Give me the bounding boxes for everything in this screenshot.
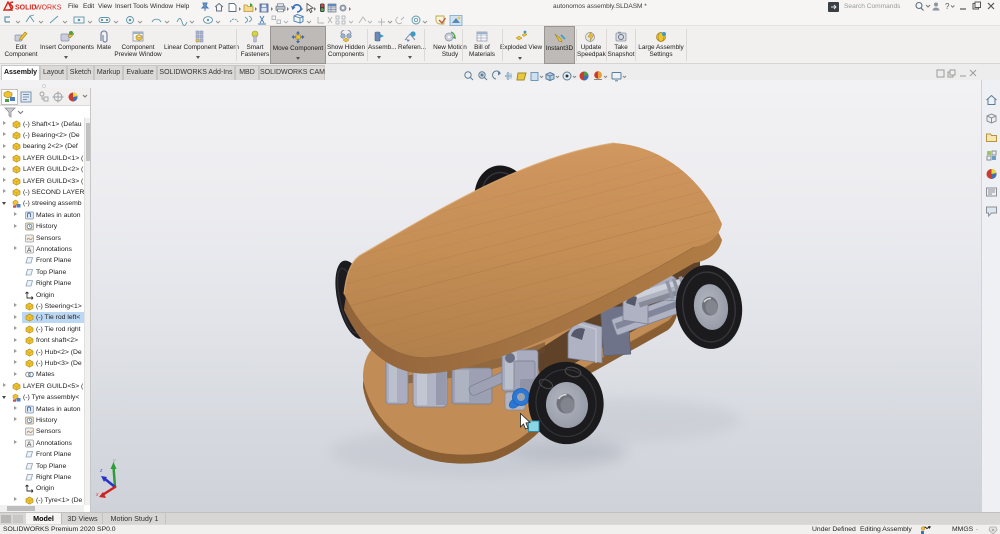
svg-text:y: y xyxy=(112,458,116,464)
svg-text:z: z xyxy=(99,468,103,474)
svg-text:?: ? xyxy=(945,2,950,11)
svg-text:A: A xyxy=(27,247,32,254)
svg-text:WORKS: WORKS xyxy=(35,5,62,12)
svg-text:A: A xyxy=(27,441,32,448)
svg-text:SOLID: SOLID xyxy=(15,5,36,12)
svg-text:x: x xyxy=(95,492,99,498)
